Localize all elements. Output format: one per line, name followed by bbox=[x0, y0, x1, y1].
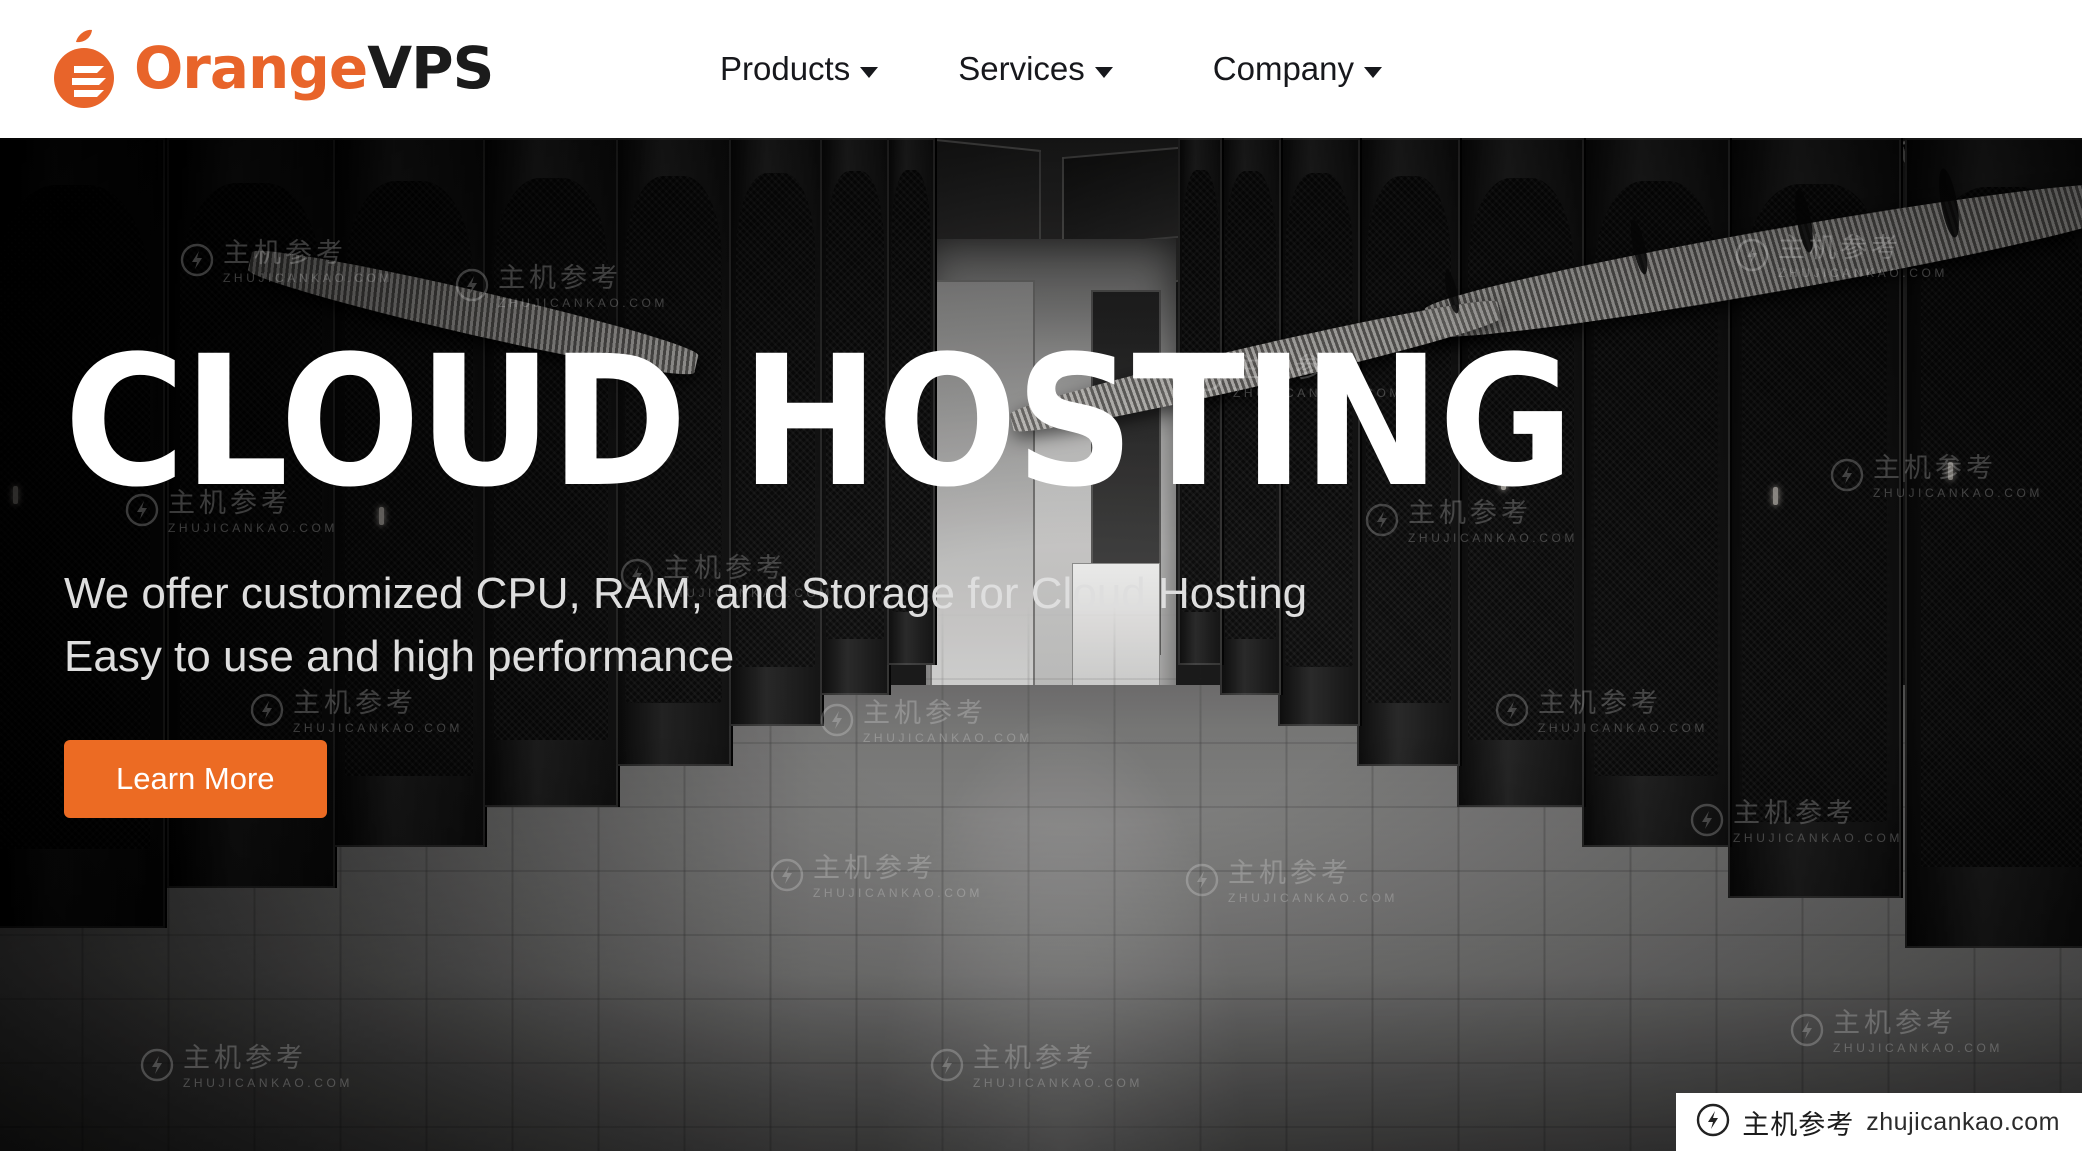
site-logo[interactable]: OrangeVPS bbox=[48, 18, 494, 118]
lightning-circle-icon bbox=[1696, 1103, 1730, 1142]
nav-label-services: Services bbox=[958, 50, 1085, 87]
site-header: OrangeVPS Products Services Company bbox=[0, 0, 2082, 138]
hero-subtitle: We offer customized CPU, RAM, and Storag… bbox=[64, 563, 1484, 688]
nav-item-services[interactable]: Services bbox=[958, 50, 1113, 88]
badge-en-text: zhujicankao.com bbox=[1866, 1107, 2060, 1136]
page-title: CLOUD HOSTING bbox=[64, 318, 1574, 527]
nav-label-company: Company bbox=[1212, 50, 1355, 87]
badge-cn-text: 主机参考 bbox=[1742, 1109, 1855, 1141]
page-root: CLOUD HOSTING We offer customized CPU, R… bbox=[0, 0, 2082, 1151]
site-watermark-badge: 主机参考 zhujicankao.com bbox=[1676, 1093, 2082, 1151]
chevron-down-icon bbox=[1364, 66, 1383, 78]
main-navigation: Products Services Company bbox=[720, 0, 1383, 138]
logo-text-orange: Orange bbox=[134, 34, 368, 102]
chevron-down-icon bbox=[1094, 66, 1113, 78]
hero-section: CLOUD HOSTING We offer customized CPU, R… bbox=[0, 138, 2082, 1151]
hero-subtitle-line-1: We offer customized CPU, RAM, and Storag… bbox=[64, 569, 1308, 619]
orange-fruit-logo-icon bbox=[48, 26, 124, 110]
learn-more-button[interactable]: Learn More bbox=[64, 740, 327, 819]
logo-text-vps: VPS bbox=[367, 34, 494, 102]
site-logo-wordmark: OrangeVPS bbox=[134, 39, 494, 97]
nav-item-company[interactable]: Company bbox=[1212, 50, 1383, 88]
nav-label-products: Products bbox=[720, 50, 851, 87]
nav-item-products[interactable]: Products bbox=[720, 50, 879, 88]
chevron-down-icon bbox=[860, 66, 879, 78]
hero-content: CLOUD HOSTING We offer customized CPU, R… bbox=[64, 332, 1574, 819]
hero-subtitle-line-2: Easy to use and high performance bbox=[64, 631, 735, 681]
